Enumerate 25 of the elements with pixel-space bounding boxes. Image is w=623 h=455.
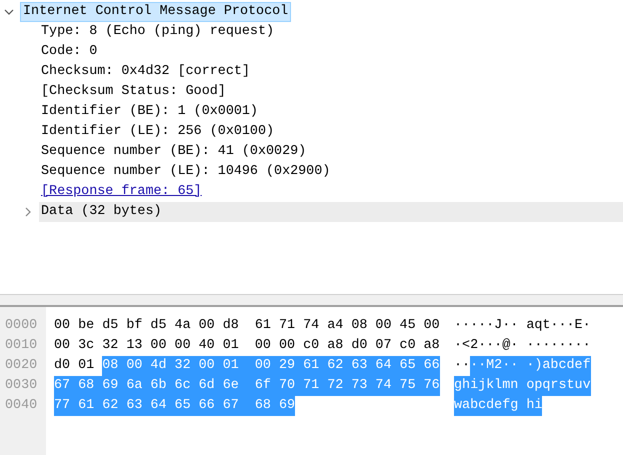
ascii-bytes[interactable]: ·····J·· aqt···E· bbox=[454, 316, 591, 336]
hex-bytes[interactable]: 00 be d5 bf d5 4a 00 d8 61 71 74 a4 08 00 45 00 bbox=[54, 316, 440, 336]
offset-label: 0020 bbox=[4, 357, 38, 375]
hex-bytes[interactable]: 00 3c 32 13 00 00 40 01 00 00 c0 a8 d0 07 c0 a8 bbox=[54, 336, 440, 356]
hex-bytes[interactable]: d0 01 bbox=[54, 356, 102, 376]
offset-label: 0010 bbox=[4, 337, 38, 355]
ascii-bytes[interactable]: ·<2···@· ········ bbox=[454, 336, 591, 356]
field-line[interactable]: Identifier (BE): 1 (0x0001) bbox=[39, 102, 260, 122]
field-line[interactable]: Sequence number (LE): 10496 (0x2900) bbox=[39, 162, 332, 182]
tree-node[interactable]: Internet Control Message Protocol bbox=[20, 2, 292, 22]
offset-label: 0000 bbox=[4, 317, 38, 335]
pane-splitter[interactable] bbox=[0, 294, 623, 307]
caret-icon[interactable] bbox=[4, 7, 14, 17]
offset-label: 0040 bbox=[4, 397, 38, 415]
caret-icon[interactable] bbox=[23, 207, 33, 217]
ascii-bytes[interactable]: ·· bbox=[454, 356, 470, 376]
response-frame-link[interactable]: [Response frame: 65] bbox=[39, 182, 204, 202]
offset-label: 0030 bbox=[4, 377, 38, 395]
field-line[interactable]: Type: 8 (Echo (ping) request) bbox=[39, 22, 276, 42]
field-line[interactable]: Sequence number (BE): 41 (0x0029) bbox=[39, 142, 308, 162]
field-line[interactable]: Code: 0 bbox=[39, 42, 100, 62]
field-line[interactable]: Identifier (LE): 256 (0x0100) bbox=[39, 122, 276, 142]
field-line[interactable]: Checksum: 0x4d32 [correct] bbox=[39, 62, 252, 82]
tree-node[interactable]: Data (32 bytes) bbox=[39, 202, 623, 222]
field-line[interactable]: [Checksum Status: Good] bbox=[39, 82, 228, 102]
